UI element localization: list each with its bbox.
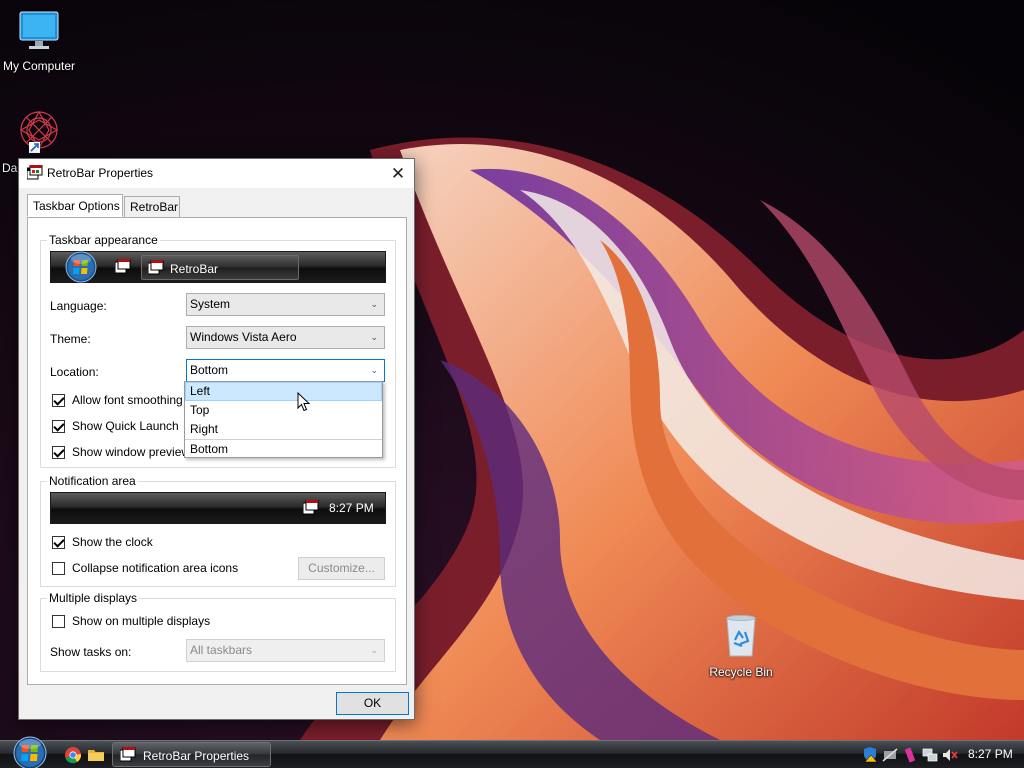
theme-value: Windows Vista Aero (190, 330, 297, 344)
tab-taskbar-options[interactable]: Taskbar Options (27, 194, 123, 217)
desktop-icon-recycle-bin[interactable]: Recycle Bin (698, 614, 784, 679)
location-select[interactable]: Bottom ⌄ (186, 359, 385, 382)
retrobar-tray-icon (303, 500, 319, 515)
checkbox-label: Show window preview (72, 445, 191, 459)
language-select[interactable]: System ⌄ (186, 293, 385, 316)
preview-task-button: RetroBar (141, 255, 299, 280)
customize-button[interactable]: Customize... (298, 557, 385, 580)
taskbar: RetroBar Properties 8:27 PM (0, 736, 1024, 768)
show-tasks-value: All taskbars (190, 643, 253, 657)
chevron-down-icon: ⌄ (370, 365, 378, 375)
window-title: RetroBar Properties (47, 166, 154, 180)
option-label: Left (190, 384, 211, 398)
desktop-icon-my-computer[interactable]: My Computer (0, 10, 82, 73)
group-title: Notification area (47, 474, 138, 488)
retrobar-app-icon (27, 165, 43, 180)
taskbar-button-retrobar-properties[interactable]: RetroBar Properties (112, 742, 271, 767)
checkbox-box[interactable] (52, 536, 65, 549)
language-label: Language: (50, 299, 107, 313)
chevron-down-icon: ⌄ (370, 645, 378, 655)
checkbox-box[interactable] (52, 446, 65, 459)
checkbox-box[interactable] (52, 615, 65, 628)
location-label: Location: (50, 365, 99, 379)
recycle-bin-icon (726, 615, 756, 657)
location-option-left[interactable]: Left (185, 382, 382, 401)
desktop-icon-label: My Computer (2, 59, 76, 73)
checkbox-box[interactable] (52, 394, 65, 407)
tab-label: RetroBar (130, 200, 179, 214)
hidden-icons-icon[interactable] (882, 747, 898, 763)
retrobar-app-icon (148, 260, 164, 275)
show-tasks-label: Show tasks on: (50, 645, 132, 659)
theme-select[interactable]: Windows Vista Aero ⌄ (186, 326, 385, 349)
taskbar-preview: RetroBar (50, 251, 386, 283)
desktop-icon-label: Recycle Bin (709, 665, 773, 679)
ok-button[interactable]: OK (336, 692, 409, 715)
option-label: Right (190, 422, 219, 436)
pen-icon[interactable] (902, 747, 918, 763)
ok-label: OK (363, 696, 382, 710)
group-title: Taskbar appearance (47, 233, 160, 247)
location-option-bottom[interactable]: Bottom (185, 439, 382, 458)
checkbox-label: Show on multiple displays (72, 614, 211, 628)
security-warning-icon[interactable] (862, 747, 878, 763)
notification-area-preview: 8:27 PM (50, 492, 386, 524)
start-orb-icon[interactable] (8, 735, 52, 768)
location-option-top[interactable]: Top (185, 401, 382, 420)
show-clock-checkbox[interactable]: Show the clock (52, 535, 252, 551)
theme-label: Theme: (50, 332, 91, 346)
location-option-right[interactable]: Right (185, 420, 382, 439)
location-dropdown-list: Left Top Right Bottom (184, 381, 383, 458)
checkbox-label: Show Quick Launch (72, 419, 179, 433)
chrome-icon[interactable] (64, 746, 82, 764)
checkbox-box[interactable] (52, 562, 65, 575)
option-label: Top (190, 403, 210, 417)
checkbox-label: Show the clock (72, 535, 153, 549)
tab-retrobar[interactable]: RetroBar (124, 196, 180, 218)
window-titlebar[interactable]: RetroBar Properties ✕ (19, 159, 414, 188)
mouse-cursor-icon (297, 392, 311, 412)
checkbox-label: Allow font smoothing (72, 393, 183, 407)
option-label: Bottom (190, 442, 229, 456)
taskbar-button-label: RetroBar Properties (143, 749, 250, 763)
checkbox-box[interactable] (52, 420, 65, 433)
group-title: Multiple displays (47, 591, 140, 605)
close-button[interactable]: ✕ (386, 162, 410, 186)
location-value: Bottom (190, 363, 229, 377)
computer-icon (19, 11, 59, 49)
language-value: System (190, 297, 231, 311)
volume-muted-icon[interactable] (942, 747, 958, 763)
show-tasks-select[interactable]: All taskbars ⌄ (186, 639, 385, 662)
close-icon: ✕ (390, 164, 406, 183)
customize-label: Customize... (308, 561, 375, 575)
show-multiple-displays-checkbox[interactable]: Show on multiple displays (52, 614, 272, 630)
preview-task-label: RetroBar (170, 262, 219, 276)
preview-clock: 8:27 PM (329, 501, 374, 515)
chevron-down-icon: ⌄ (370, 332, 378, 342)
retrobar-app-icon (120, 747, 136, 762)
start-orb-icon (65, 251, 97, 283)
app-shortcut-icon (19, 110, 59, 153)
retrobar-quicklaunch-icon (115, 259, 131, 274)
folder-icon[interactable] (87, 746, 105, 764)
chevron-down-icon: ⌄ (370, 299, 378, 309)
network-icon[interactable] (922, 747, 938, 763)
collapse-icons-checkbox[interactable]: Collapse notification area icons (52, 561, 272, 577)
taskbar-clock[interactable]: 8:27 PM (968, 747, 1013, 761)
tab-label: Taskbar Options (33, 199, 120, 213)
checkbox-label: Collapse notification area icons (72, 561, 239, 575)
